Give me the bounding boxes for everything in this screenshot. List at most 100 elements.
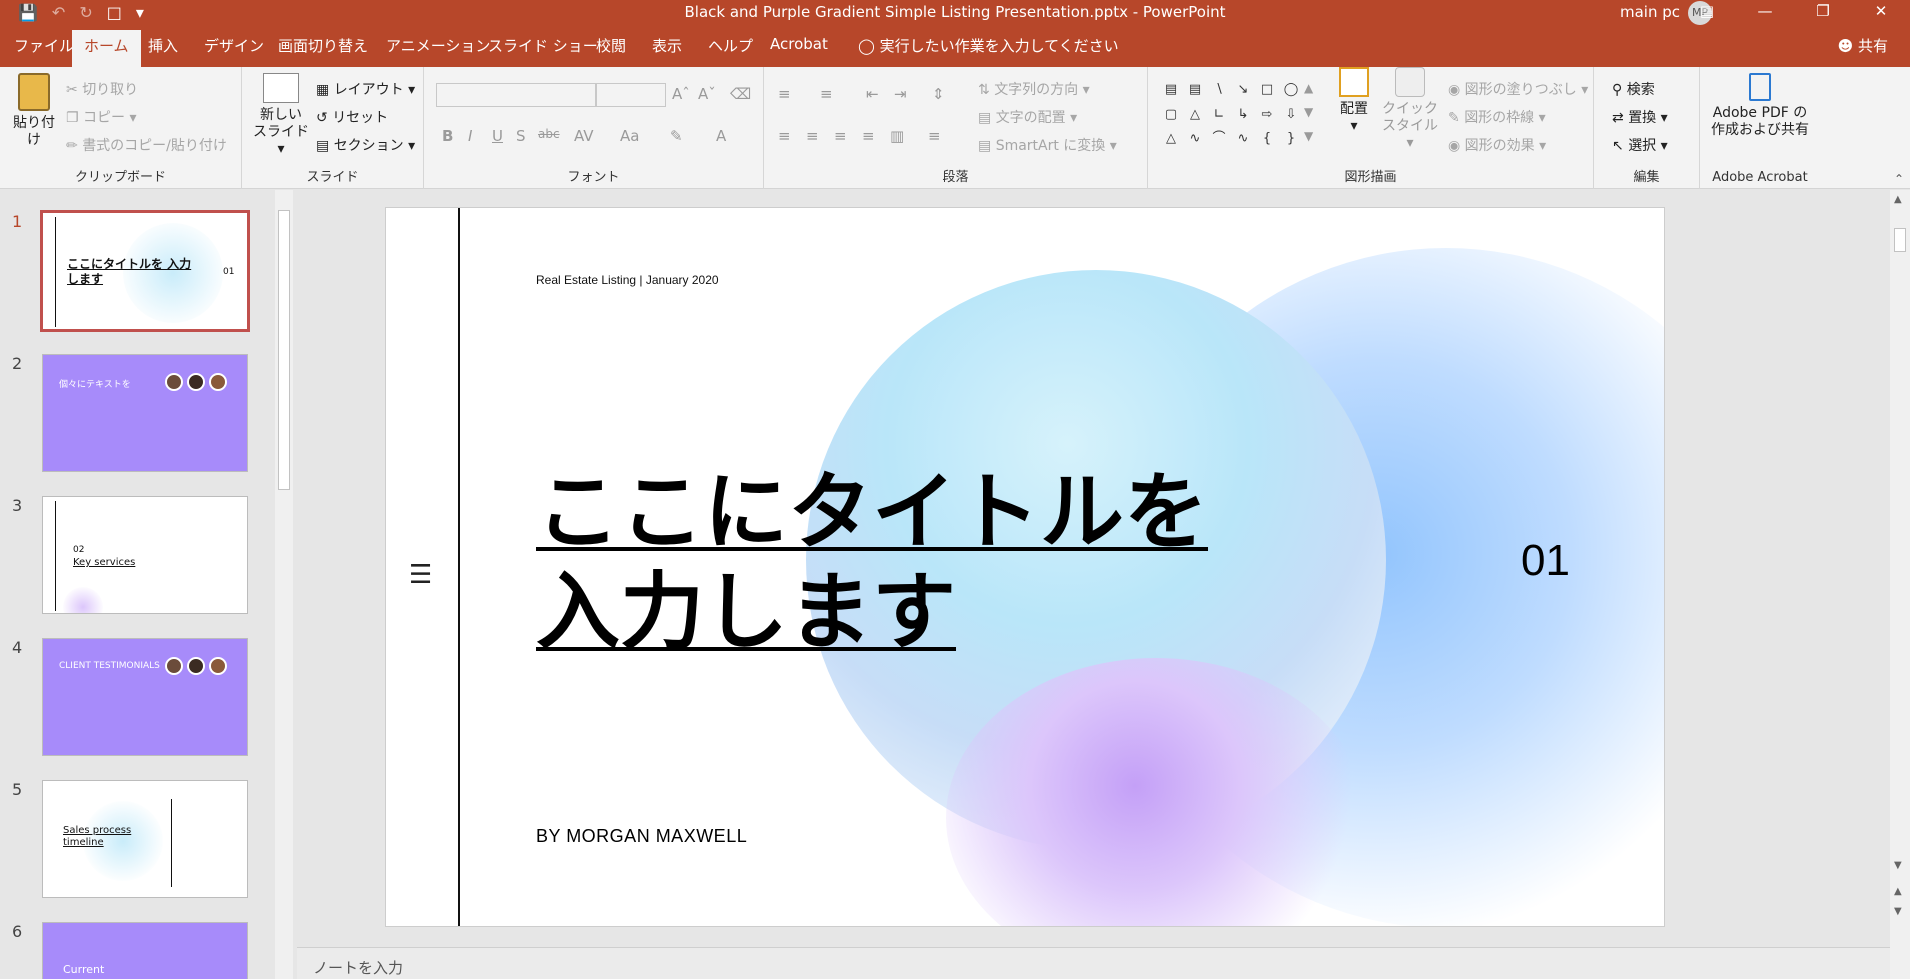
shrink-font-icon[interactable]: Aˇ [698, 85, 716, 103]
align-text-button[interactable]: ▤ 文字の配置 ▾ [978, 107, 1077, 127]
strikethrough-icon[interactable]: abc [538, 127, 560, 141]
tell-me-box[interactable]: ◯ 実行したい作業を入力してください [858, 35, 1119, 56]
copy-button[interactable]: ❐ コピー ▾ [66, 107, 137, 127]
thumbnail-slide[interactable]: CLIENT TESTIMONIALS [42, 638, 248, 756]
shapes-gallery[interactable]: ▤ ▤ ∖ ↘ □ ◯ ▢ △ ∟ ↳ ⇨ ⇩ △ ∿ ⌒ ∿ { } [1160, 79, 1298, 151]
gallery-up-icon[interactable]: ▲ [1304, 81, 1313, 95]
editor-scrollbar[interactable]: ▲ ▼ ▲ ▼ [1890, 190, 1910, 979]
bullets-icon[interactable]: ≡ [778, 85, 791, 103]
change-case-icon[interactable]: Aa [620, 127, 639, 145]
shape-outline-button[interactable]: ✎ 図形の枠線 ▾ [1448, 107, 1546, 127]
italic-icon[interactable]: I [468, 127, 472, 145]
slide-subtitle[interactable]: Real Estate Listing | January 2020 [536, 273, 719, 287]
elbow-arrow-icon[interactable]: ↳ [1232, 104, 1254, 127]
clear-format-icon[interactable]: ⌫ [730, 85, 751, 103]
align-left-icon[interactable]: ≡ [778, 127, 791, 145]
decrease-indent-icon[interactable]: ⇤ [866, 85, 879, 103]
font-name-combo[interactable] [436, 83, 596, 107]
format-painter-button[interactable]: ✏ 書式のコピー/貼り付け [66, 135, 227, 155]
numbering-icon[interactable]: ≡ [820, 85, 833, 103]
arrange-button[interactable]: 配置 ▾ [1328, 67, 1380, 135]
slide-title[interactable]: ここにタイトルを 入力します [536, 462, 1236, 662]
thumbnail-slide[interactable]: ここにタイトルを 入力します 01 [40, 210, 250, 332]
share-button[interactable]: ☻ 共有 [1838, 35, 1888, 56]
distribute-icon[interactable]: ≡ [928, 127, 941, 145]
scrollbar-thumb[interactable] [1894, 228, 1906, 252]
scrollbar-thumb[interactable] [278, 210, 290, 490]
thumbnail-slide[interactable]: Sales process timeline [42, 780, 248, 898]
collapse-ribbon-icon[interactable]: ⌃ [1894, 172, 1904, 186]
elbow-connector-icon[interactable]: ∟ [1208, 104, 1230, 127]
rectangle-icon[interactable]: □ [1256, 79, 1278, 102]
find-button[interactable]: ⚲ 検索 [1612, 79, 1655, 99]
right-brace-icon[interactable]: } [1280, 128, 1302, 151]
tab-file[interactable]: ファイル [12, 35, 76, 56]
justify-icon[interactable]: ≡ [862, 127, 875, 145]
bold-icon[interactable]: B [442, 127, 453, 145]
tab-design[interactable]: デザイン [202, 35, 266, 56]
thumbnail-slide[interactable]: 個々にテキストを [42, 354, 248, 472]
scroll-down-icon[interactable]: ▼ [1894, 860, 1902, 871]
line-icon[interactable]: ∖ [1208, 79, 1230, 102]
smartart-button[interactable]: ▤ SmartArt に変換 ▾ [978, 135, 1117, 155]
font-color-icon[interactable]: A [716, 127, 726, 145]
curve-icon[interactable]: ∿ [1232, 128, 1254, 151]
columns-icon[interactable]: ▥ [890, 127, 904, 145]
tab-transitions[interactable]: 画面切り替え [276, 35, 370, 56]
previous-slide-icon[interactable]: ▲ [1894, 886, 1902, 897]
tab-help[interactable]: ヘルプ [706, 35, 755, 56]
align-right-icon[interactable]: ≡ [834, 127, 847, 145]
underline-icon[interactable]: U [492, 127, 503, 145]
align-center-icon[interactable]: ≡ [806, 127, 819, 145]
replace-button[interactable]: ⇄ 置換 ▾ [1612, 107, 1668, 127]
section-button[interactable]: ▤ セクション ▾ [316, 135, 415, 155]
tab-review[interactable]: 校閲 [594, 35, 628, 56]
ribbon-display-icon[interactable]: ▤ [1678, 0, 1736, 25]
minimize-icon[interactable]: — [1736, 0, 1794, 25]
user-name[interactable]: main pc [1620, 3, 1680, 21]
layout-button[interactable]: ▦ レイアウト ▾ [316, 79, 415, 99]
thumbnail-slide[interactable]: Current [42, 922, 248, 979]
text-direction-button[interactable]: ⇅ 文字列の方向 ▾ [978, 79, 1090, 99]
new-slide-button[interactable]: 新しい スライド ▾ [252, 73, 310, 158]
highlight-icon[interactable]: ✎ [670, 127, 683, 145]
paste-button[interactable]: 貼り付け [8, 73, 60, 149]
tab-acrobat[interactable]: Acrobat [768, 35, 830, 53]
increase-indent-icon[interactable]: ⇥ [894, 85, 907, 103]
quick-styles-button[interactable]: クイック スタイル ▾ [1382, 67, 1438, 152]
rounded-rect-icon[interactable]: ▢ [1160, 104, 1182, 127]
restore-icon[interactable]: ❐ [1794, 0, 1852, 25]
tab-animations[interactable]: アニメーション [384, 35, 492, 56]
shadow-icon[interactable]: S [516, 127, 526, 145]
down-arrow-icon[interactable]: ⇩ [1280, 104, 1302, 127]
create-pdf-button[interactable]: Adobe PDF の 作成および共有 [1704, 73, 1816, 139]
font-size-combo[interactable] [596, 83, 666, 107]
shape-effects-button[interactable]: ◉ 図形の効果 ▾ [1448, 135, 1546, 155]
scroll-up-icon[interactable]: ▲ [1894, 194, 1902, 205]
thumbnail-scrollbar[interactable] [275, 190, 293, 979]
scribble-icon[interactable]: ∿ [1184, 128, 1206, 151]
slide-number-text[interactable]: 01 [1521, 536, 1570, 586]
cut-button[interactable]: ✂ 切り取り [66, 79, 138, 99]
arc-icon[interactable]: ⌒ [1208, 128, 1230, 151]
next-slide-icon[interactable]: ▼ [1894, 906, 1902, 917]
tab-view[interactable]: 表示 [650, 35, 684, 56]
oval-icon[interactable]: ◯ [1280, 79, 1302, 102]
vertical-textbox-icon[interactable]: ▤ [1184, 79, 1206, 102]
close-icon[interactable]: ✕ [1852, 0, 1910, 25]
char-spacing-icon[interactable]: AV [574, 127, 594, 145]
triangle-icon[interactable]: △ [1184, 104, 1206, 127]
gallery-down-icon[interactable]: ▼ [1304, 105, 1313, 119]
line-spacing-icon[interactable]: ⇕ [932, 85, 945, 103]
left-brace-icon[interactable]: { [1256, 128, 1278, 151]
grow-font-icon[interactable]: Aˆ [672, 85, 690, 103]
right-arrow-icon[interactable]: ⇨ [1256, 104, 1278, 127]
slide-byline[interactable]: BY MORGAN MAXWELL [536, 826, 747, 847]
reset-button[interactable]: ↺ リセット [316, 107, 388, 127]
notes-pane[interactable]: ノートを入力 [297, 947, 1890, 979]
textbox-icon[interactable]: ▤ [1160, 79, 1182, 102]
arrow-line-icon[interactable]: ↘ [1232, 79, 1254, 102]
tab-home[interactable]: ホーム [72, 30, 141, 67]
gallery-more-icon[interactable]: ▼ [1304, 129, 1313, 143]
tab-slideshow[interactable]: スライド ショー [486, 35, 600, 56]
